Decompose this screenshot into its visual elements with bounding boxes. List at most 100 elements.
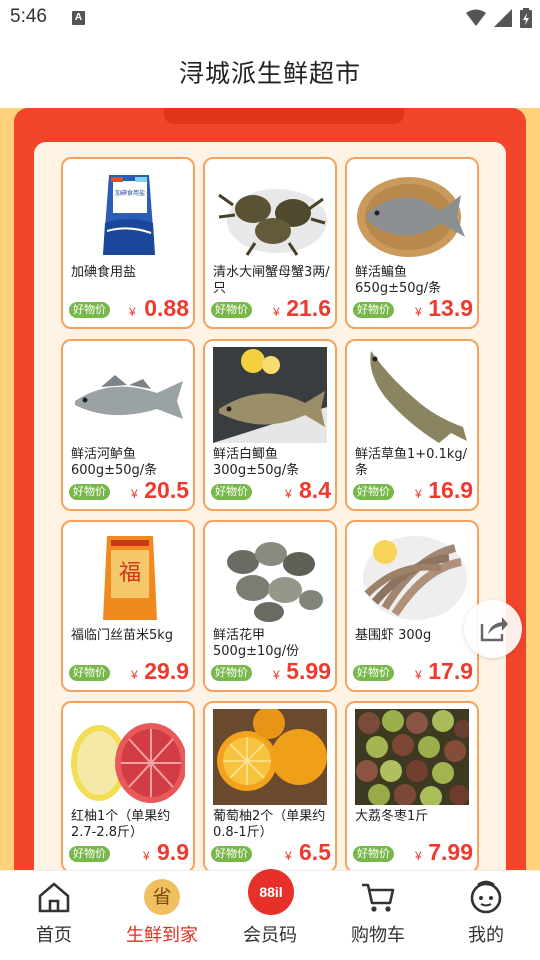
product-price: 29.9 (144, 658, 189, 684)
product-card[interactable]: 鲜活草鱼1+0.1kg/条 好物价 ¥ 16.9 (345, 339, 479, 511)
price-row: 好物价 ¥ 7.99 (353, 839, 477, 865)
price-badge: 好物价 (353, 846, 394, 862)
product-price: 5.99 (286, 658, 331, 684)
svg-text:福: 福 (119, 561, 141, 586)
product-name: 基围虾 300g (355, 628, 432, 643)
tab-fresh-delivery[interactable]: 省 生鲜到家 (108, 871, 216, 960)
currency-symbol: ¥ (415, 487, 422, 501)
panel-tab (164, 108, 404, 124)
product-card[interactable]: 清水大闸蟹母蟹3两/只 好物价 ¥ 21.6 (203, 157, 337, 329)
cart-icon (362, 883, 395, 912)
currency-symbol: ¥ (285, 849, 292, 863)
signal-icon (494, 9, 512, 27)
share-button[interactable] (464, 600, 522, 658)
product-name: 大荔冬枣1斤 (355, 809, 429, 824)
product-price: 13.9 (428, 295, 473, 321)
notification-a-icon: A (72, 11, 85, 25)
crucian-fish-image (213, 347, 327, 443)
product-name: 鲜活花甲500g±10g/份 (213, 628, 300, 659)
currency-symbol: ¥ (415, 849, 422, 863)
product-price: 16.9 (428, 477, 473, 503)
crabs-image (213, 165, 327, 261)
rice-bag-image: 福 (71, 528, 185, 624)
currency-symbol: ¥ (129, 305, 136, 319)
product-card[interactable]: 鲜活鳊鱼650g±50g/条 好物价 ¥ 13.9 (345, 157, 479, 329)
fresh-icon: 省 (144, 879, 180, 915)
tab-cart[interactable]: 购物车 (324, 871, 432, 960)
product-card[interactable]: 葡萄柚2个（单果约0.8-1斤） 好物价 ¥ 6.5 (203, 701, 337, 873)
product-card[interactable]: 福 福临门丝苗米5kg 好物价 ¥ 29.9 (61, 520, 195, 692)
price-badge: 好物价 (69, 302, 110, 318)
product-price: 20.5 (144, 477, 189, 503)
product-card[interactable]: 大荔冬枣1斤 好物价 ¥ 7.99 (345, 701, 479, 873)
price-row: 好物价 ¥ 8.4 (211, 477, 335, 503)
price-row: 好物价 ¥ 20.5 (69, 477, 193, 503)
currency-symbol: ¥ (143, 849, 150, 863)
tab-home-label: 首页 (36, 925, 72, 946)
product-name: 鲜活白鲫鱼300g±50g/条 (213, 447, 300, 478)
price-row: 好物价 ¥ 13.9 (353, 295, 477, 321)
price-badge: 好物价 (353, 484, 394, 500)
product-name: 清水大闸蟹母蟹3两/只 (213, 265, 330, 296)
product-name: 福临门丝苗米5kg (71, 628, 174, 643)
currency-symbol: ¥ (415, 668, 422, 682)
product-price: 21.6 (286, 295, 331, 321)
price-row: 好物价 ¥ 0.88 (69, 295, 193, 321)
product-card[interactable]: 基围虾 300g 好物价 ¥ 17.9 (345, 520, 479, 692)
price-badge: 好物价 (69, 484, 110, 500)
product-card[interactable]: 鲜活白鲫鱼300g±50g/条 好物价 ¥ 8.4 (203, 339, 337, 511)
price-badge: 好物价 (69, 846, 110, 862)
tab-profile[interactable]: 我的 (432, 871, 540, 960)
currency-symbol: ¥ (273, 305, 280, 319)
bottom-tab-bar: 首页 省 生鲜到家 88il 会员码 购物车 我的 (0, 869, 540, 960)
currency-symbol: ¥ (285, 487, 292, 501)
shrimp-image (355, 528, 469, 624)
status-icons (466, 8, 532, 28)
product-card[interactable]: 红柚1个（单果约2.7-2.8斤） 好物价 ¥ 9.9 (61, 701, 195, 873)
svg-text:加碘食用盐: 加碘食用盐 (115, 189, 145, 197)
currency-symbol: ¥ (131, 668, 138, 682)
product-name: 鲜活鳊鱼650g±50g/条 (355, 265, 442, 296)
price-row: 好物价 ¥ 17.9 (353, 658, 477, 684)
tab-member-code[interactable]: 88il 会员码 (216, 869, 324, 960)
product-name: 鲜活草鱼1+0.1kg/条 (355, 447, 467, 478)
product-price: 6.5 (299, 839, 331, 865)
currency-symbol: ¥ (131, 487, 138, 501)
product-card[interactable]: 鲜活河鲈鱼600g±50g/条 好物价 ¥ 20.5 (61, 339, 195, 511)
tab-home[interactable]: 首页 (0, 871, 108, 960)
product-card[interactable]: 加碘食用盐 加碘食用盐 好物价 ¥ 0.88 (61, 157, 195, 329)
status-bar: 5:46 A (0, 0, 540, 36)
price-badge: 好物价 (353, 302, 394, 318)
perch-fish-image (71, 347, 185, 443)
wifi-icon (466, 9, 486, 26)
product-price: 9.9 (157, 839, 189, 865)
tab-profile-label: 我的 (468, 925, 504, 946)
product-price: 0.88 (144, 295, 189, 321)
profile-icon (470, 880, 502, 914)
grass-carp-image (355, 347, 469, 443)
price-badge: 好物价 (211, 484, 252, 500)
price-badge: 好物价 (211, 302, 252, 318)
price-row: 好物价 ¥ 6.5 (211, 839, 335, 865)
share-icon (480, 617, 508, 642)
product-card[interactable]: 鲜活花甲500g±10g/份 好物价 ¥ 5.99 (203, 520, 337, 692)
bream-fish-image (355, 165, 469, 261)
clams-image (213, 528, 327, 624)
price-row: 好物价 ¥ 16.9 (353, 477, 477, 503)
product-price: 8.4 (299, 477, 331, 503)
price-badge: 好物价 (353, 665, 394, 681)
product-price: 7.99 (428, 839, 473, 865)
grapefruit-image (213, 709, 327, 805)
pomelo-image (71, 709, 185, 805)
price-row: 好物价 ¥ 29.9 (69, 658, 193, 684)
currency-symbol: ¥ (273, 668, 280, 682)
product-price: 17.9 (428, 658, 473, 684)
currency-symbol: ¥ (415, 305, 422, 319)
member-code-icon: 88il (248, 869, 294, 915)
product-name: 加碘食用盐 (71, 265, 137, 280)
jujubes-image (355, 709, 469, 805)
tab-member-code-label: 会员码 (243, 925, 297, 946)
product-name: 红柚1个（单果约2.7-2.8斤） (71, 809, 171, 840)
price-badge: 好物价 (69, 665, 110, 681)
price-row: 好物价 ¥ 5.99 (211, 658, 335, 684)
